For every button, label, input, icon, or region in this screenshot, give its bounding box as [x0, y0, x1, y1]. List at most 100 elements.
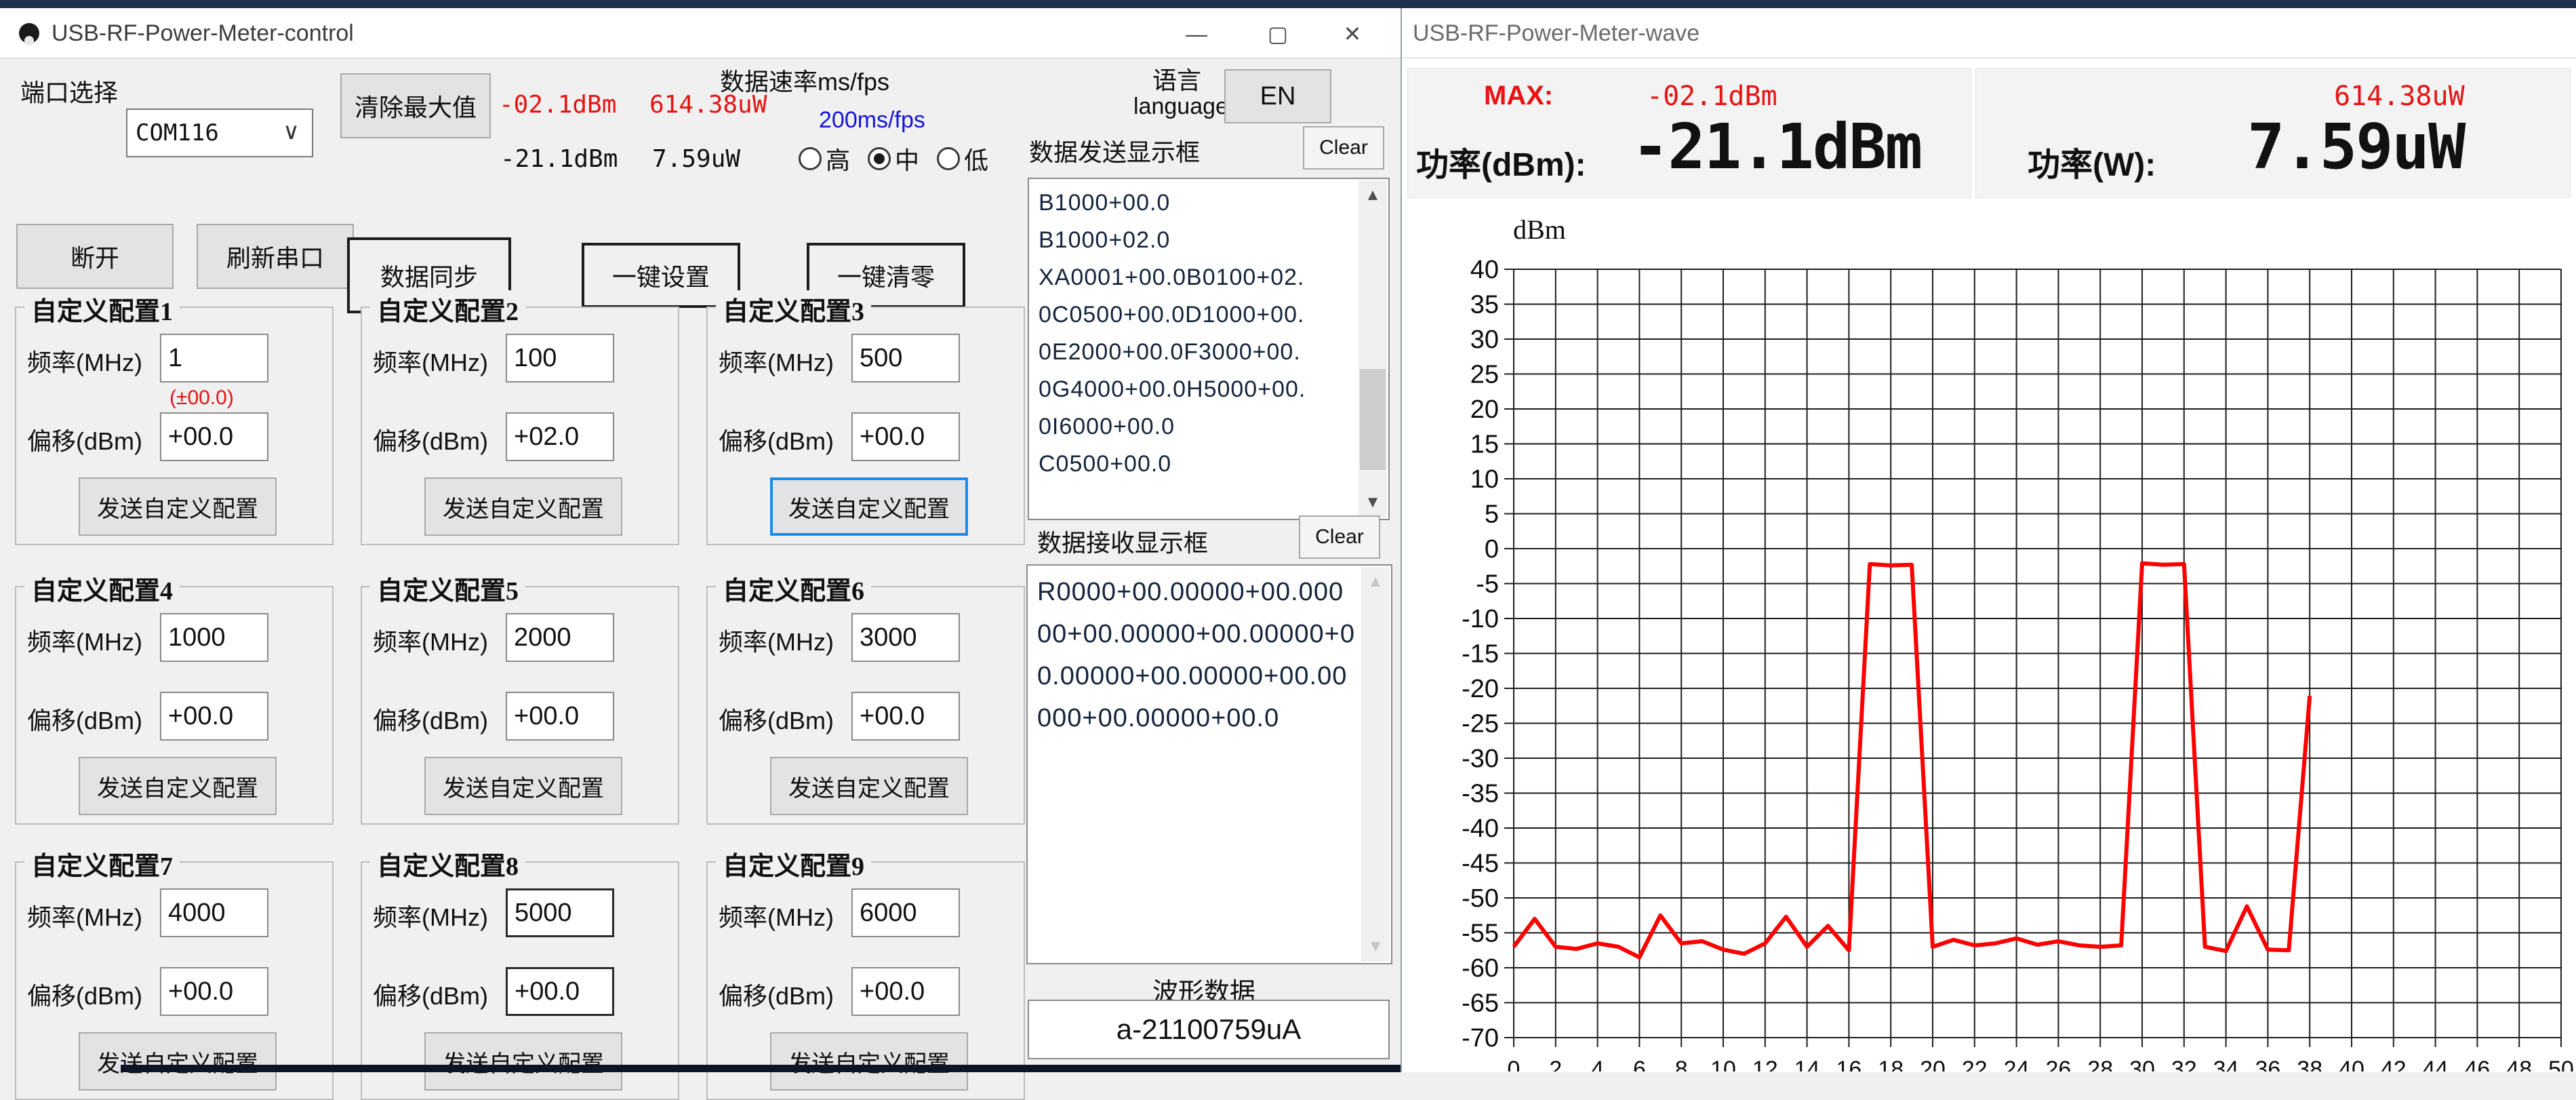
- com-port-select[interactable]: COM116 ∨: [126, 109, 313, 157]
- y-tick-label: -60: [1462, 954, 1499, 983]
- freq-input[interactable]: 4000: [160, 888, 268, 937]
- control-titlebar[interactable]: USB-RF-Power-Meter-control — ▢ ✕: [0, 8, 1401, 58]
- freq-input[interactable]: 1: [160, 334, 268, 382]
- config-group-title: 自定义配置8: [370, 845, 525, 882]
- offset-input[interactable]: +02.0: [506, 412, 614, 461]
- maximize-button[interactable]: ▢: [1247, 18, 1308, 50]
- send-display-box[interactable]: B1000+00.0B1000+02.0XA0001+00.0B0100+02.…: [1028, 178, 1390, 520]
- offset-input[interactable]: +00.0: [506, 967, 614, 1016]
- power-dbm-panel: MAX: -02.1dBm 功率(dBm): -21.1dBm: [1407, 68, 1971, 198]
- send-config-button[interactable]: 发送自定义配置: [424, 757, 622, 815]
- scroll-down-icon[interactable]: ▼: [1359, 488, 1387, 517]
- freq-input[interactable]: 1000: [160, 613, 268, 662]
- freq-input[interactable]: 3000: [851, 613, 960, 662]
- send-config-button[interactable]: 发送自定义配置: [79, 1032, 277, 1091]
- recv-scrollbar[interactable]: ▲ ▼: [1361, 567, 1390, 962]
- config-group-4: 自定义配置4频率(MHz)1000偏移(dBm)+00.0发送自定义配置: [15, 586, 334, 825]
- freq-label: 频率(MHz): [719, 898, 834, 933]
- freq-input[interactable]: 6000: [851, 888, 960, 937]
- recv-display-box[interactable]: R0000+00.00000+00.00000+00.00000+00.0000…: [1026, 564, 1392, 964]
- recv-display-text: R0000+00.00000+00.00000+00.00000+00.0000…: [1037, 571, 1356, 739]
- rate-radio-高[interactable]: 高: [799, 141, 850, 176]
- send-config-button[interactable]: 发送自定义配置: [424, 477, 622, 536]
- y-tick-label: 15: [1470, 431, 1499, 459]
- scroll-up-icon[interactable]: ▲: [1359, 180, 1387, 210]
- send-config-button[interactable]: 发送自定义配置: [770, 757, 968, 815]
- refresh-serial-button[interactable]: 刷新串口: [197, 224, 354, 289]
- offset-input[interactable]: +00.0: [851, 692, 960, 741]
- radio-label: 中: [895, 141, 919, 176]
- wave-data-input[interactable]: a-21100759uA: [1028, 1000, 1390, 1059]
- freq-input[interactable]: 2000: [506, 613, 614, 662]
- scrollbar-thumb[interactable]: [1360, 369, 1386, 470]
- y-tick-label: -25: [1462, 710, 1499, 739]
- offset-input[interactable]: +00.0: [160, 412, 268, 461]
- config-group-1: 自定义配置1频率(MHz)1(±00.0)偏移(dBm)+00.0发送自定义配置: [15, 307, 334, 545]
- freq-label: 频率(MHz): [373, 343, 488, 378]
- radio-icon[interactable]: [868, 147, 891, 170]
- freq-input[interactable]: 5000: [506, 888, 614, 937]
- radio-icon[interactable]: [937, 147, 960, 170]
- x-tick-label: 26: [2045, 1057, 2071, 1072]
- send-clear-button[interactable]: Clear: [1303, 126, 1384, 170]
- send-config-button[interactable]: 发送自定义配置: [79, 757, 277, 815]
- language-en-button[interactable]: EN: [1224, 69, 1331, 123]
- data-rate-value: 200ms/fps: [819, 107, 925, 134]
- send-scrollbar[interactable]: ▲ ▼: [1359, 180, 1387, 517]
- offset-input[interactable]: +00.0: [506, 692, 614, 741]
- offset-label: 偏移(dBm): [27, 977, 142, 1012]
- y-tick-label: -15: [1462, 640, 1499, 669]
- config-group-title: 自定义配置6: [716, 570, 871, 607]
- offset-input[interactable]: +00.0: [160, 692, 268, 741]
- y-tick-label: -45: [1462, 850, 1499, 878]
- x-tick-label: 28: [2087, 1057, 2113, 1072]
- wave-window-title: USB-RF-Power-Meter-wave: [1413, 20, 1699, 47]
- background-window-strip: [0, 0, 2576, 8]
- x-tick-label: 18: [1878, 1057, 1904, 1072]
- send-config-button[interactable]: 发送自定义配置: [79, 477, 277, 536]
- config-group-title: 自定义配置3: [716, 290, 871, 328]
- offset-input[interactable]: +00.0: [851, 412, 960, 461]
- max-dbm-readout: -02.1dBm: [499, 91, 616, 119]
- send-config-button[interactable]: 发送自定义配置: [424, 1032, 622, 1091]
- x-tick-label: 22: [1962, 1057, 1988, 1072]
- disconnect-button[interactable]: 断开: [16, 224, 174, 289]
- y-tick-label: -30: [1462, 745, 1499, 773]
- send-line: 0E2000+00.0F3000+00.: [1039, 334, 1353, 371]
- close-button[interactable]: ✕: [1322, 18, 1383, 50]
- radio-icon[interactable]: [799, 147, 822, 170]
- chevron-down-icon: ∨: [283, 118, 300, 145]
- send-config-button[interactable]: 发送自定义配置: [770, 477, 968, 536]
- offset-input[interactable]: +00.0: [160, 967, 268, 1016]
- minimize-button[interactable]: —: [1166, 18, 1227, 50]
- rate-radio-中[interactable]: 中: [868, 141, 919, 176]
- port-select-label: 端口选择: [20, 73, 118, 109]
- app-icon: [19, 23, 39, 43]
- y-tick-label: -10: [1462, 605, 1499, 633]
- offset-label: 偏移(dBm): [373, 977, 488, 1012]
- language-label-en: language: [1133, 94, 1228, 120]
- offset-input[interactable]: +00.0: [851, 967, 960, 1016]
- control-window: USB-RF-Power-Meter-control — ▢ ✕ 端口选择 CO…: [0, 8, 1402, 1072]
- offset-range-note: (±00.0): [169, 387, 234, 410]
- x-tick-label: 42: [2381, 1057, 2407, 1072]
- recv-clear-button[interactable]: Clear: [1299, 515, 1380, 559]
- send-line: 0I6000+00.0: [1039, 408, 1353, 446]
- freq-label: 频率(MHz): [719, 343, 834, 378]
- scroll-down-icon[interactable]: ▼: [1361, 932, 1390, 962]
- clear-max-button[interactable]: 清除最大值: [340, 73, 491, 138]
- y-tick-label: -20: [1462, 675, 1499, 703]
- x-tick-label: 4: [1591, 1057, 1604, 1072]
- wave-titlebar[interactable]: USB-RF-Power-Meter-wave: [1402, 8, 2576, 58]
- send-config-button[interactable]: 发送自定义配置: [770, 1032, 968, 1091]
- freq-label: 频率(MHz): [27, 623, 142, 658]
- freq-input[interactable]: 100: [506, 334, 614, 382]
- y-tick-label: -40: [1462, 814, 1499, 843]
- scroll-up-icon[interactable]: ▲: [1361, 567, 1390, 597]
- config-group-2: 自定义配置2频率(MHz)100偏移(dBm)+02.0发送自定义配置: [361, 307, 679, 545]
- send-line: 0G4000+00.0H5000+00.: [1039, 371, 1353, 408]
- radio-label: 高: [826, 141, 850, 176]
- rate-radio-低[interactable]: 低: [937, 141, 988, 176]
- offset-label: 偏移(dBm): [27, 422, 142, 457]
- freq-input[interactable]: 500: [851, 334, 960, 382]
